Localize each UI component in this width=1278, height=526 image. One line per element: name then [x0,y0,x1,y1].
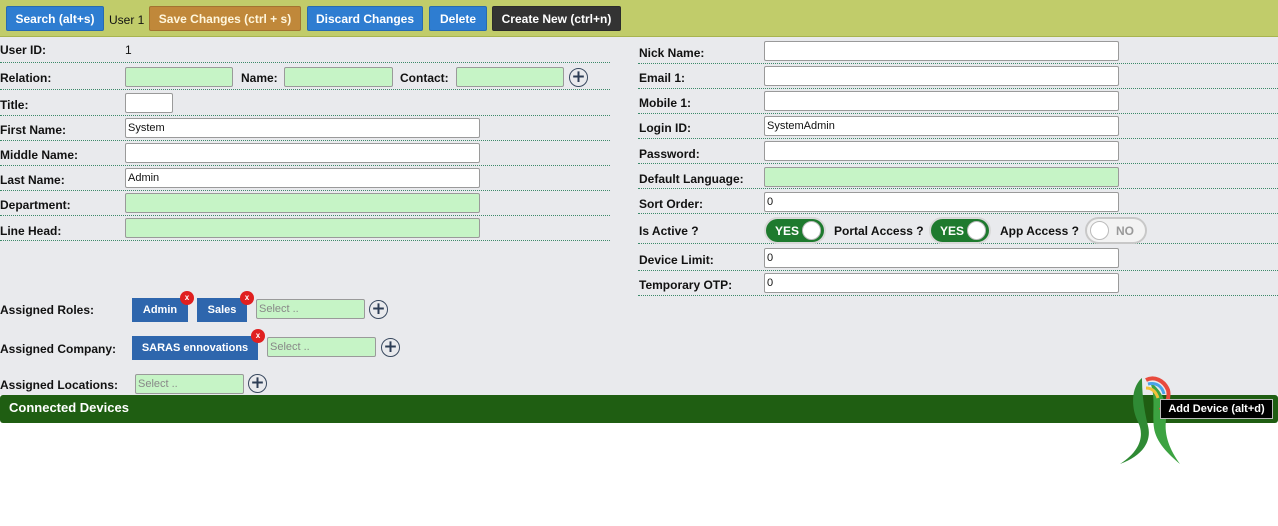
row-divider [638,163,1278,164]
middle-name-label: Middle Name: [0,148,79,162]
default-language-field[interactable] [764,167,1119,187]
assigned-locations-label: Assigned Locations: [0,378,119,392]
line-head-label: Line Head: [0,224,62,238]
row-divider [0,140,610,141]
contact-field[interactable] [456,67,564,87]
default-language-label: Default Language: [639,172,744,186]
email1-field[interactable] [764,66,1119,86]
toggle-knob [802,221,821,240]
temporary-otp-field[interactable] [764,273,1119,293]
sort-order-label: Sort Order: [639,197,704,211]
relation-label: Relation: [0,71,52,85]
add-role-icon[interactable]: + [369,300,388,319]
is-active-toggle[interactable]: YES [764,217,826,244]
nick-name-label: Nick Name: [639,46,705,60]
row-divider [638,63,1278,64]
brand-logo-icon [1120,376,1180,464]
mobile1-field[interactable] [764,91,1119,111]
row-divider [638,138,1278,139]
roles-select[interactable] [256,299,365,319]
company-select[interactable] [267,337,376,357]
role-tag-label: Admin [142,304,178,316]
row-divider [0,190,610,191]
role-tag-admin: Admin [132,298,188,322]
name-label: Name: [241,71,278,85]
locations-select[interactable] [135,374,244,394]
user-id-value: 1 [125,43,132,57]
app-access-label: App Access ? [1000,224,1079,238]
user-form: User ID: 1 Relation: Name: Contact: + Ti… [0,37,1278,395]
row-divider [638,88,1278,89]
toggle-knob [967,221,986,240]
remove-role-sales-icon[interactable]: x [240,291,254,305]
user-id-label: User ID: [0,43,47,57]
create-new-button[interactable]: Create New (ctrl+n) [492,6,621,31]
row-divider [0,215,610,216]
is-active-state: YES [775,223,800,238]
company-tag: SARAS ennovations [132,336,258,360]
department-field[interactable] [125,193,480,213]
row-divider [638,295,1278,296]
toolbar: Search (alt+s) User 1 Save Changes (ctrl… [0,0,1278,37]
portal-access-state: YES [940,223,965,238]
portal-access-toggle[interactable]: YES [929,217,991,244]
add-device-button[interactable]: Add Device (alt+d) [1160,399,1273,419]
middle-name-field[interactable] [125,143,480,163]
remove-company-icon[interactable]: x [251,329,265,343]
row-divider [638,270,1278,271]
email1-label: Email 1: [639,71,686,85]
current-user-label: User 1 [109,13,145,27]
row-divider [638,188,1278,189]
portal-access-label: Portal Access ? [834,224,924,238]
title-field[interactable] [125,93,173,113]
last-name-label: Last Name: [0,173,65,187]
add-location-icon[interactable]: + [248,374,267,393]
discard-changes-button[interactable]: Discard Changes [307,6,423,31]
connected-devices-header: Connected Devices [0,395,1278,423]
assigned-company-label: Assigned Company: [0,342,117,356]
last-name-field[interactable] [125,168,480,188]
first-name-field[interactable] [125,118,480,138]
login-id-label: Login ID: [639,121,691,135]
role-tag-sales: Sales [197,298,247,322]
login-id-field[interactable] [764,116,1119,136]
row-divider [0,89,610,90]
toggle-knob [1090,221,1109,240]
name-field[interactable] [284,67,393,87]
app-access-state: NO [1116,223,1134,238]
department-label: Department: [0,198,71,212]
password-label: Password: [639,147,700,161]
is-active-label: Is Active ? [639,224,699,238]
row-divider [0,240,610,241]
row-divider [0,165,610,166]
row-divider [638,213,1278,214]
device-limit-field[interactable] [764,248,1119,268]
save-changes-button[interactable]: Save Changes (ctrl + s) [149,6,301,31]
add-relation-icon[interactable]: + [569,68,588,87]
row-divider [638,113,1278,114]
line-head-field[interactable] [125,218,480,238]
title-label: Title: [0,98,29,112]
role-tag-label: Sales [207,304,237,316]
contact-label: Contact: [400,71,449,85]
mobile1-label: Mobile 1: [639,96,692,110]
remove-role-admin-icon[interactable]: x [180,291,194,305]
nick-name-field[interactable] [764,41,1119,61]
temporary-otp-label: Temporary OTP: [639,278,733,292]
search-button[interactable]: Search (alt+s) [6,6,104,31]
company-tag-label: SARAS ennovations [141,342,249,354]
connected-devices-title: Connected Devices [9,400,129,415]
assigned-roles-label: Assigned Roles: [0,303,95,317]
add-company-icon[interactable]: + [381,338,400,357]
sort-order-field[interactable] [764,192,1119,212]
relation-field[interactable] [125,67,233,87]
password-field[interactable] [764,141,1119,161]
row-divider [0,115,610,116]
device-limit-label: Device Limit: [639,253,714,267]
delete-button[interactable]: Delete [429,6,487,31]
row-divider [0,62,610,63]
first-name-label: First Name: [0,123,67,137]
app-access-toggle[interactable]: NO [1085,217,1147,244]
